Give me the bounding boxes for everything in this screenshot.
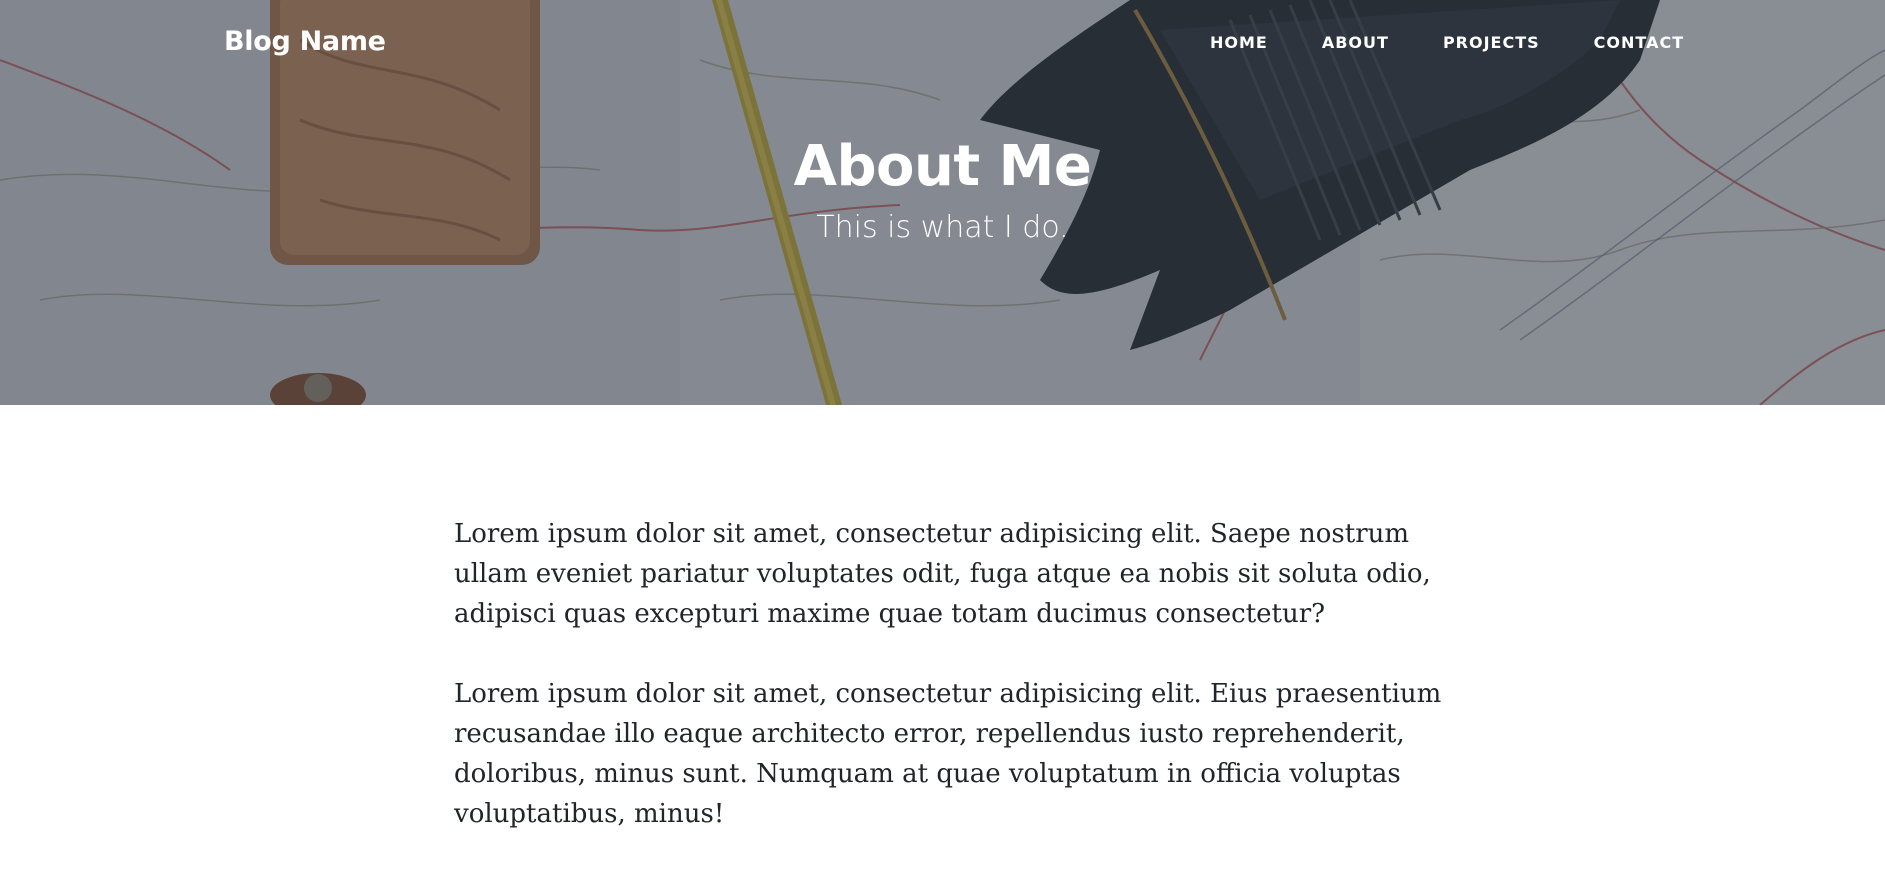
nav-link-contact[interactable]: CONTACT xyxy=(1594,33,1684,52)
main-nav: HOME ABOUT PROJECTS CONTACT xyxy=(1210,33,1684,52)
main-content: Lorem ipsum dolor sit amet, consectetur … xyxy=(454,514,1454,874)
hero-background-image xyxy=(0,0,1885,405)
brand-logo[interactable]: Blog Name xyxy=(224,26,386,57)
masthead: Blog Name HOME ABOUT PROJECTS CONTACT Ab… xyxy=(0,0,1885,405)
nav-link-projects[interactable]: PROJECTS xyxy=(1443,33,1540,52)
nav-link-home[interactable]: HOME xyxy=(1210,33,1268,52)
page-title: About Me xyxy=(793,134,1092,199)
paragraph: Lorem ipsum dolor sit amet, consectetur … xyxy=(454,679,1442,829)
page-subtitle: This is what I do. xyxy=(816,210,1069,245)
paragraph: Lorem ipsum dolor sit amet, consectetur … xyxy=(454,519,1431,629)
nav-link-about[interactable]: ABOUT xyxy=(1322,33,1389,52)
